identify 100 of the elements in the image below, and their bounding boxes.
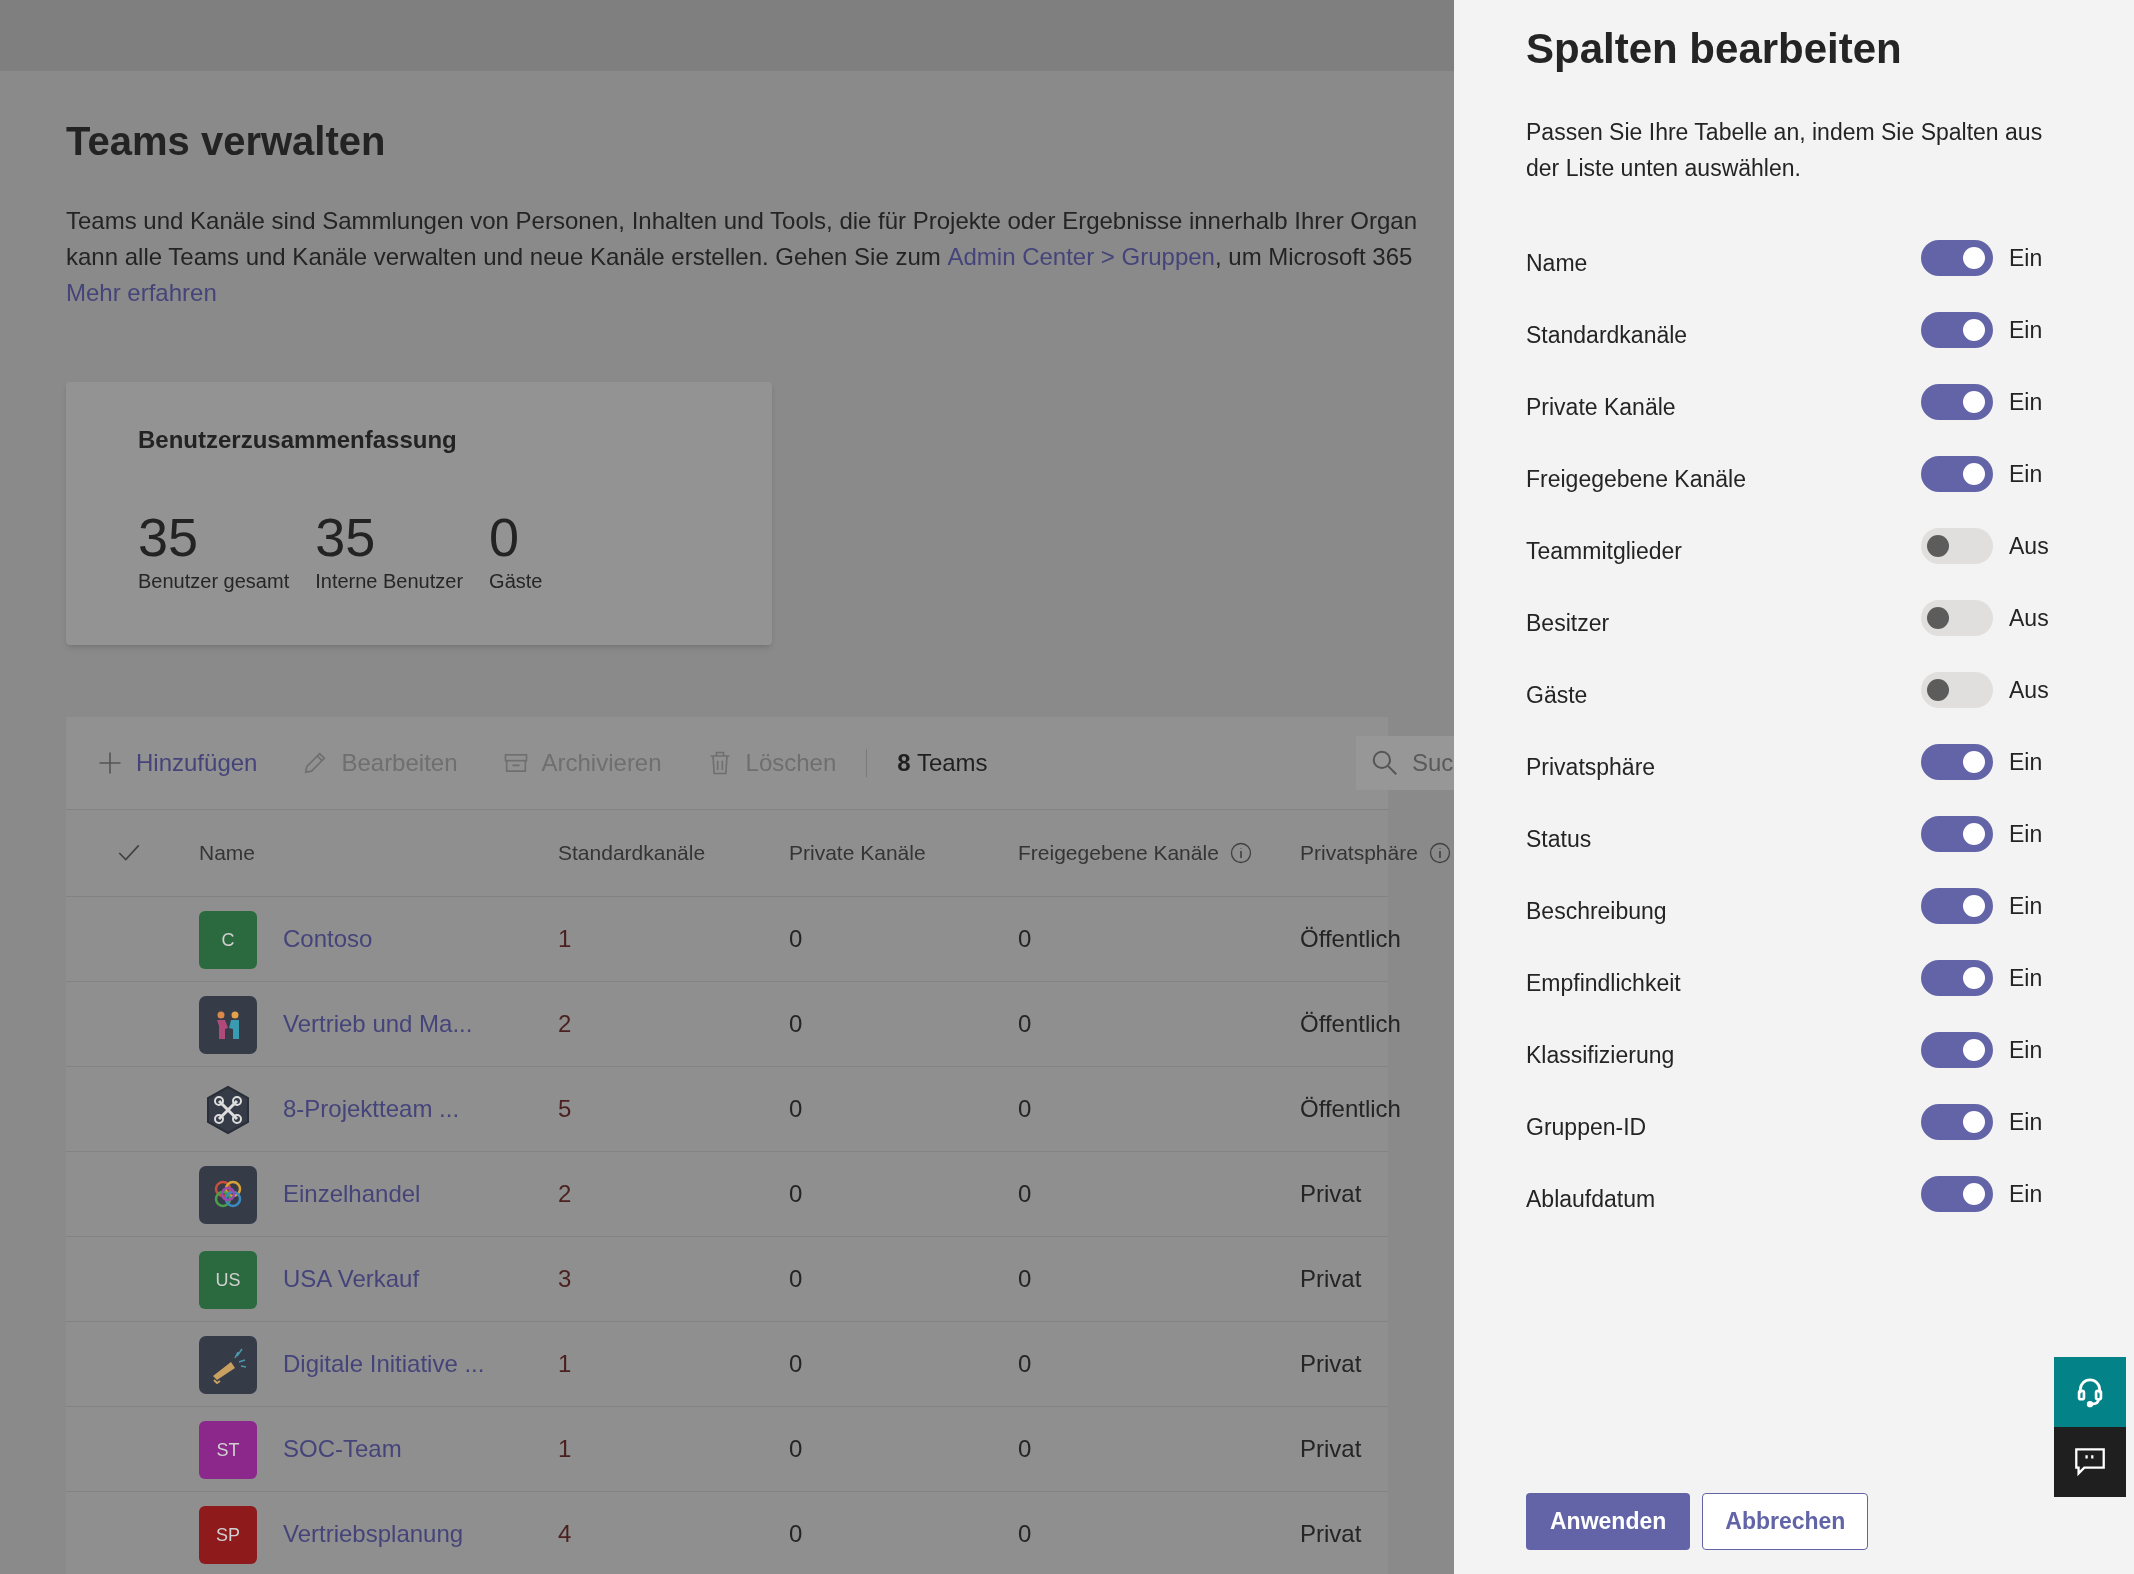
table-cell-text: Privat: [1300, 1264, 1362, 1294]
toggle-state-label: Aus: [2009, 531, 2049, 561]
team-name-link[interactable]: SOC-Team: [283, 1431, 402, 1467]
toggle-switch[interactable]: [1921, 528, 1993, 564]
column-header[interactable]: Standardkanäle: [558, 837, 706, 869]
table-cell-text: Öffentlich: [1300, 1009, 1401, 1039]
toggle-switch[interactable]: [1921, 384, 1993, 420]
toggle-state-label: Aus: [2009, 675, 2049, 705]
toggle-state-label: Ein: [2009, 243, 2043, 273]
stat-value: 35: [315, 508, 376, 566]
table-cell-text: 0: [1018, 924, 1032, 954]
column-header[interactable]: Name: [199, 837, 256, 869]
toggle-state-label: Ein: [2009, 1107, 2043, 1137]
team-avatar: US: [199, 1251, 257, 1309]
table-cell-text: 0: [1018, 1349, 1032, 1379]
table-cell-text: 1: [558, 1349, 572, 1379]
info-icon[interactable]: [1228, 841, 1253, 865]
toggle-switch[interactable]: [1921, 1104, 1993, 1140]
table-cell-text: 0: [789, 1009, 803, 1039]
toggle-switch[interactable]: [1921, 960, 1993, 996]
table-cell-text: 0: [789, 1094, 803, 1124]
team-avatar: ST: [199, 1421, 257, 1479]
toggle-switch[interactable]: [1921, 1032, 1993, 1068]
column-label: Teammitglieder: [1526, 536, 1683, 566]
table-cell-text: 1: [558, 924, 572, 954]
toolbar-button[interactable]: Hinzufügen: [96, 745, 258, 781]
column-label: Gäste: [1526, 680, 1589, 710]
team-avatar: SP: [199, 1506, 257, 1564]
admin-center-link[interactable]: Admin Center > Gruppen: [947, 239, 1215, 275]
column-label: Besitzer: [1526, 608, 1611, 638]
toggle-state-label: Ein: [2009, 747, 2043, 777]
team-name-link[interactable]: Einzelhandel: [283, 1176, 421, 1212]
table-cell-text: 0: [789, 1434, 803, 1464]
team-name-link[interactable]: Vertriebsplanung: [283, 1516, 464, 1552]
toggle-switch[interactable]: [1921, 456, 1993, 492]
search-icon: [1370, 748, 1400, 778]
table-cell-text: Privat: [1300, 1519, 1362, 1549]
team-name-link[interactable]: Digitale Initiative ...: [283, 1346, 485, 1382]
toggle-switch[interactable]: [1921, 1176, 1993, 1212]
table-cell-text: Öffentlich: [1300, 1094, 1401, 1124]
toggle-state-label: Ein: [2009, 819, 2043, 849]
stat-value: 0: [489, 508, 520, 566]
column-label: Name: [1526, 248, 1589, 278]
table-cell-text: 0: [1018, 1264, 1032, 1294]
toggle-state-label: Ein: [2009, 891, 2043, 921]
column-label: Beschreibung: [1526, 896, 1668, 926]
support-button[interactable]: [2054, 1357, 2126, 1427]
team-name-link[interactable]: USA Verkauf: [283, 1261, 420, 1297]
table-cell-text: 3: [558, 1264, 572, 1294]
toggle-state-label: Ein: [2009, 1035, 2043, 1065]
table-cell-text: 0: [789, 1264, 803, 1294]
stat-label: Benutzer gesamt: [138, 569, 290, 594]
description-text: , um Microsoft 365: [1214, 242, 1413, 272]
apply-button[interactable]: Anwenden: [1526, 1493, 1691, 1550]
toggle-switch[interactable]: [1921, 672, 1993, 708]
info-icon[interactable]: [1427, 841, 1452, 865]
table-cell-text: Privat: [1300, 1434, 1362, 1464]
feedback-button[interactable]: [2054, 1427, 2126, 1497]
toggle-state-label: Aus: [2009, 603, 2049, 633]
table-cell-text: 0: [1018, 1179, 1032, 1209]
toggle-state-label: Ein: [2009, 459, 2043, 489]
table-cell-text: 0: [789, 924, 803, 954]
toggle-switch[interactable]: [1921, 600, 1993, 636]
column-label: Ablaufdatum: [1526, 1184, 1657, 1214]
toggle-switch[interactable]: [1921, 888, 1993, 924]
table-cell-text: 2: [558, 1009, 572, 1039]
column-header[interactable]: Private Kanäle: [789, 837, 926, 869]
table-cell-text: 0: [1018, 1094, 1032, 1124]
column-header[interactable]: Privatsphäre: [1300, 837, 1418, 869]
table-cell-text: 2: [558, 1179, 572, 1209]
column-header[interactable]: Freigegebene Kanäle: [1018, 837, 1219, 869]
description-text: Teams und Kanäle sind Sammlungen von Personen, Inhalten und Tools, die für Projekte oder Ergebnisse innerhalb Ihrer Organ: [66, 206, 1418, 236]
panel-title: Spalten bearbeiten: [1526, 24, 1902, 74]
toggle-switch[interactable]: [1921, 816, 1993, 852]
table-cell-text: Privat: [1300, 1179, 1362, 1209]
table-cell-text: 0: [1018, 1009, 1032, 1039]
toggle-switch[interactable]: [1921, 744, 1993, 780]
search-field[interactable]: Suc: [1356, 736, 1454, 790]
column-label: Privatsphäre: [1526, 752, 1657, 782]
comment-icon: [2074, 1447, 2106, 1477]
team-name-link[interactable]: Vertrieb und Ma...: [283, 1006, 473, 1042]
table-cell-text: 0: [789, 1349, 803, 1379]
stat-label: Gäste: [489, 569, 543, 594]
team-avatar: C: [199, 911, 257, 969]
column-label: Empfindlichkeit: [1526, 968, 1682, 998]
toggle-switch[interactable]: [1921, 312, 1993, 348]
cancel-button[interactable]: Abbrechen: [1702, 1493, 1869, 1550]
team-name-link[interactable]: Contoso: [283, 921, 373, 957]
description-text: kann alle Teams und Kanäle verwalten und neue Kanäle erstellen. Gehen Sie zum: [66, 242, 942, 272]
table-cell-text: 1: [558, 1434, 572, 1464]
table-cell-text: 4: [558, 1519, 572, 1549]
toggle-state-label: Ein: [2009, 963, 2043, 993]
team-name-link[interactable]: 8-Projektteam ...: [283, 1091, 460, 1127]
toggle-state-label: Ein: [2009, 1179, 2043, 1209]
learn-more-link[interactable]: Mehr erfahren: [66, 275, 217, 311]
toggle-switch[interactable]: [1921, 240, 1993, 276]
column-label: Klassifizierung: [1526, 1040, 1676, 1070]
toggle-state-label: Ein: [2009, 315, 2043, 345]
column-label: Standardkanäle: [1526, 320, 1689, 350]
stat-label: Interne Benutzer: [315, 569, 464, 594]
